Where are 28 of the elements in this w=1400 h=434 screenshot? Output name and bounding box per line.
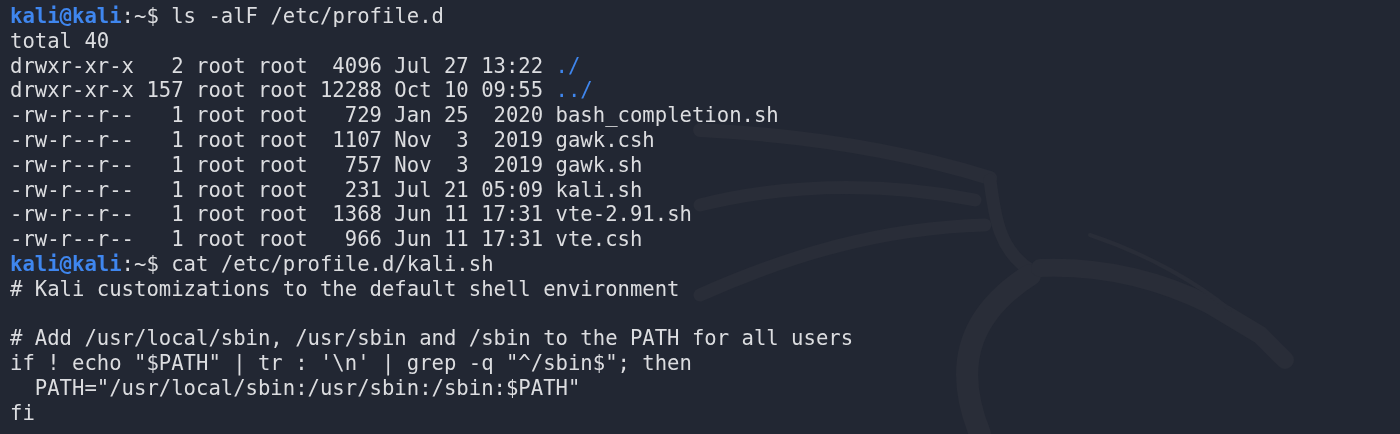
file-details: -rw-r--r-- 1 root root 1107 Nov 3 2019: [10, 128, 544, 152]
file-name: gawk.sh: [555, 152, 643, 177]
prompt-user-host: kali@kali: [10, 251, 122, 276]
output-line: fi: [10, 400, 35, 425]
file-details: -rw-r--r-- 1 root root 729 Jan 25 2020: [10, 103, 544, 128]
file-name: vte.csh: [555, 227, 643, 252]
file-name: bash_completion.sh: [555, 103, 779, 128]
output-line: # Add /usr/local/sbin, /usr/sbin and /sbin to the PATH for all users: [10, 326, 854, 351]
output-line: if ! echo "$PATH" | tr : '\n' | grep -q "^/sbin$"; then: [10, 351, 692, 376]
file-details: drwxr-xr-x 157 root root 12288 Oct 10 09:55: [10, 78, 544, 103]
directory-name: ./: [555, 53, 581, 78]
file-details: drwxr-xr-x 2 root root 4096 Jul 27 13:22: [10, 53, 544, 78]
output-line: PATH="/usr/local/sbin:/usr/sbin:/sbin:$PATH": [33, 375, 581, 400]
prompt-user-host: kali@kali: [10, 4, 122, 28]
command-text: ls -alF /etc/profile.d: [171, 4, 444, 28]
output-line: # Kali customizations to the default shell environment: [10, 276, 680, 301]
prompt-symbol: :~$: [121, 251, 159, 276]
file-name: vte-2.91.sh: [555, 202, 692, 227]
file-details: -rw-r--r-- 1 root root 757 Nov 3 2019: [10, 152, 544, 177]
file-details: -rw-r--r-- 1 root root 966 Jun 11 17:31: [10, 227, 544, 252]
file-name: kali.sh: [555, 177, 643, 202]
prompt-symbol: :~$: [121, 4, 159, 28]
output-line: total 40: [10, 28, 110, 53]
file-details: -rw-r--r-- 1 root root 1368 Jun 11 17:31: [10, 202, 544, 227]
command-text: cat /etc/profile.d/kali.sh: [171, 251, 494, 276]
file-name: gawk.csh: [555, 128, 655, 152]
directory-name: ../: [555, 78, 593, 103]
file-details: -rw-r--r-- 1 root root 231 Jul 21 05:09: [10, 177, 544, 202]
